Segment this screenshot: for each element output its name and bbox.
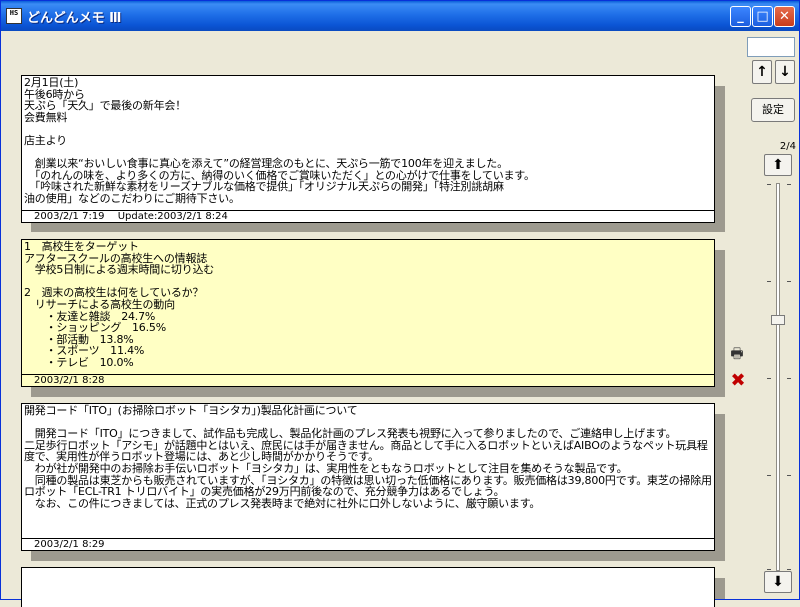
slider-tick [767, 184, 771, 185]
memo-shadow [31, 222, 725, 232]
memo-text[interactable]: 1 高校生をターゲット アフタースクールの高校生への情報誌 学校5日制による週末… [22, 240, 714, 374]
memo-shadow [31, 387, 725, 397]
maximize-button[interactable]: □ [752, 6, 773, 27]
delete-icon[interactable]: ✖ [727, 370, 749, 392]
page-down-button[interactable]: ⬇ [764, 571, 792, 593]
slider-tick [787, 281, 791, 282]
client-area: 2月1日(土) 午後6時から 天ぷら「天久」で最後の新年会！ 会費無料 店主より… [2, 31, 798, 607]
search-input[interactable] [747, 37, 795, 57]
minimize-button[interactable]: _ [730, 6, 751, 27]
app-icon[interactable]: HS [6, 8, 22, 24]
app-window: HS どんどんメモ Ⅲ _ □ ✕ 2月1日(土) 午後6時から 天ぷら「天久」… [0, 0, 800, 607]
memo-card-2[interactable]: 1 高校生をターゲット アフタースクールの高校生への情報誌 学校5日制による週末… [21, 239, 715, 387]
slider-tick [767, 281, 771, 282]
memo-shadow [31, 551, 725, 561]
page-slider-track[interactable] [776, 183, 780, 571]
title-bar[interactable]: HS どんどんメモ Ⅲ _ □ ✕ [1, 1, 799, 31]
slider-tick [787, 475, 791, 476]
memo-timestamp: 2003/2/1 8:28 [22, 374, 714, 386]
memo-text[interactable]: 開発コード「ITO」(お掃除ロボット「ヨシタカ」)製品化計画について 開発コード… [22, 404, 714, 538]
print-icon[interactable]: 🖶 [727, 345, 747, 363]
slider-tick [767, 378, 771, 379]
window-title: どんどんメモ Ⅲ [27, 11, 122, 26]
memo-card-1[interactable]: 2月1日(土) 午後6時から 天ぷら「天久」で最後の新年会！ 会費無料 店主より… [21, 75, 715, 223]
memo-text[interactable] [22, 568, 714, 598]
move-up-button[interactable]: ↑ [752, 60, 772, 84]
close-button[interactable]: ✕ [774, 6, 795, 27]
slider-tick [787, 569, 791, 570]
move-down-button[interactable]: ↓ [775, 60, 795, 84]
page-indicator: 2/4 [779, 141, 796, 152]
memo-shadow [715, 414, 725, 561]
page-up-button[interactable]: ⬆ [764, 154, 792, 176]
memo-card-4[interactable] [21, 567, 715, 607]
slider-tick [767, 569, 771, 570]
slider-tick [767, 475, 771, 476]
settings-button[interactable]: 設定 [751, 98, 795, 122]
memo-card-3[interactable]: 開発コード「ITO」(お掃除ロボット「ヨシタカ」)製品化計画について 開発コード… [21, 403, 715, 551]
memo-timestamp: 2003/2/1 7:19 Update:2003/2/1 8:24 [22, 210, 714, 222]
memo-shadow [715, 578, 725, 599]
memo-timestamp: 2003/2/1 8:29 [22, 538, 714, 550]
memo-shadow [715, 86, 725, 232]
slider-tick [787, 378, 791, 379]
memo-shadow [715, 250, 725, 397]
page-slider-thumb[interactable] [771, 315, 785, 326]
slider-tick [787, 184, 791, 185]
memo-text[interactable]: 2月1日(土) 午後6時から 天ぷら「天久」で最後の新年会！ 会費無料 店主より… [22, 76, 714, 210]
